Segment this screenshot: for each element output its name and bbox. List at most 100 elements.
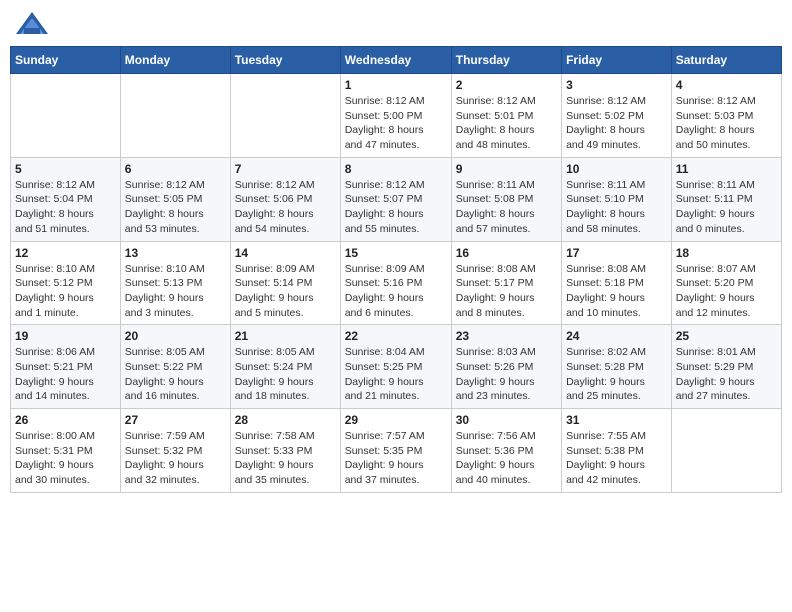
calendar-table: SundayMondayTuesdayWednesdayThursdayFrid… bbox=[10, 46, 782, 493]
day-number: 15 bbox=[345, 246, 447, 260]
day-number: 4 bbox=[676, 78, 777, 92]
weekday-header-saturday: Saturday bbox=[671, 47, 781, 74]
day-number: 12 bbox=[15, 246, 116, 260]
day-info: Sunrise: 8:03 AMSunset: 5:26 PMDaylight:… bbox=[456, 345, 557, 404]
day-info: Sunrise: 8:12 AMSunset: 5:01 PMDaylight:… bbox=[456, 94, 557, 153]
day-info: Sunrise: 8:06 AMSunset: 5:21 PMDaylight:… bbox=[15, 345, 116, 404]
day-info: Sunrise: 8:00 AMSunset: 5:31 PMDaylight:… bbox=[15, 429, 116, 488]
day-info: Sunrise: 7:56 AMSunset: 5:36 PMDaylight:… bbox=[456, 429, 557, 488]
day-number: 30 bbox=[456, 413, 557, 427]
calendar-cell: 14 Sunrise: 8:09 AMSunset: 5:14 PMDayligh… bbox=[230, 241, 340, 325]
day-number: 2 bbox=[456, 78, 557, 92]
calendar-cell: 8 Sunrise: 8:12 AMSunset: 5:07 PMDaylight… bbox=[340, 157, 451, 241]
weekday-header-friday: Friday bbox=[562, 47, 672, 74]
calendar-cell: 19 Sunrise: 8:06 AMSunset: 5:21 PMDayligh… bbox=[11, 325, 121, 409]
day-info: Sunrise: 7:59 AMSunset: 5:32 PMDaylight:… bbox=[125, 429, 226, 488]
day-number: 28 bbox=[235, 413, 336, 427]
calendar-cell: 31 Sunrise: 7:55 AMSunset: 5:38 PMDayligh… bbox=[562, 409, 672, 493]
calendar-cell bbox=[671, 409, 781, 493]
day-info: Sunrise: 8:11 AMSunset: 5:08 PMDaylight:… bbox=[456, 178, 557, 237]
calendar-week-row: 5 Sunrise: 8:12 AMSunset: 5:04 PMDaylight… bbox=[11, 157, 782, 241]
calendar-cell: 26Sunrise: 8:00 AMSunset: 5:31 PMDayligh… bbox=[11, 409, 121, 493]
calendar-cell: 20Sunrise: 8:05 AMSunset: 5:22 PMDayligh… bbox=[120, 325, 230, 409]
day-info: Sunrise: 8:12 AMSunset: 5:04 PMDaylight:… bbox=[15, 178, 116, 237]
day-number: 23 bbox=[456, 329, 557, 343]
day-info: Sunrise: 8:12 AMSunset: 5:07 PMDaylight:… bbox=[345, 178, 447, 237]
calendar-cell: 3 Sunrise: 8:12 AMSunset: 5:02 PMDaylight… bbox=[562, 74, 672, 158]
day-number: 8 bbox=[345, 162, 447, 176]
day-number: 17 bbox=[566, 246, 667, 260]
logo bbox=[14, 10, 52, 38]
day-number: 27 bbox=[125, 413, 226, 427]
day-info: Sunrise: 8:12 AMSunset: 5:02 PMDaylight:… bbox=[566, 94, 667, 153]
day-info: Sunrise: 8:12 AMSunset: 5:06 PMDaylight:… bbox=[235, 178, 336, 237]
day-info: Sunrise: 7:55 AMSunset: 5:38 PMDaylight:… bbox=[566, 429, 667, 488]
day-number: 22 bbox=[345, 329, 447, 343]
day-info: Sunrise: 8:08 AMSunset: 5:18 PMDaylight:… bbox=[566, 262, 667, 321]
day-number: 1 bbox=[345, 78, 447, 92]
day-info: Sunrise: 7:58 AMSunset: 5:33 PMDaylight:… bbox=[235, 429, 336, 488]
day-number: 14 bbox=[235, 246, 336, 260]
weekday-header-wednesday: Wednesday bbox=[340, 47, 451, 74]
calendar-week-row: 12 Sunrise: 8:10 AMSunset: 5:12 PMDayligh… bbox=[11, 241, 782, 325]
weekday-header-tuesday: Tuesday bbox=[230, 47, 340, 74]
day-info: Sunrise: 8:12 AMSunset: 5:00 PMDaylight:… bbox=[345, 94, 447, 153]
day-info: Sunrise: 8:01 AMSunset: 5:29 PMDaylight:… bbox=[676, 345, 777, 404]
calendar-cell: 12 Sunrise: 8:10 AMSunset: 5:12 PMDayligh… bbox=[11, 241, 121, 325]
calendar-cell: 5 Sunrise: 8:12 AMSunset: 5:04 PMDaylight… bbox=[11, 157, 121, 241]
day-info: Sunrise: 8:09 AMSunset: 5:16 PMDaylight:… bbox=[345, 262, 447, 321]
calendar-cell: 17 Sunrise: 8:08 AMSunset: 5:18 PMDayligh… bbox=[562, 241, 672, 325]
calendar-cell: 11Sunrise: 8:11 AMSunset: 5:11 PMDayligh… bbox=[671, 157, 781, 241]
day-number: 25 bbox=[676, 329, 777, 343]
calendar-cell: 27 Sunrise: 7:59 AMSunset: 5:32 PMDayligh… bbox=[120, 409, 230, 493]
day-info: Sunrise: 8:05 AMSunset: 5:24 PMDaylight:… bbox=[235, 345, 336, 404]
calendar-cell: 4 Sunrise: 8:12 AMSunset: 5:03 PMDaylight… bbox=[671, 74, 781, 158]
day-number: 9 bbox=[456, 162, 557, 176]
day-info: Sunrise: 8:04 AMSunset: 5:25 PMDaylight:… bbox=[345, 345, 447, 404]
day-info: Sunrise: 8:12 AMSunset: 5:03 PMDaylight:… bbox=[676, 94, 777, 153]
day-info: Sunrise: 8:09 AMSunset: 5:14 PMDaylight:… bbox=[235, 262, 336, 321]
calendar-week-row: 19 Sunrise: 8:06 AMSunset: 5:21 PMDayligh… bbox=[11, 325, 782, 409]
calendar-week-row: 1 Sunrise: 8:12 AMSunset: 5:00 PMDaylight… bbox=[11, 74, 782, 158]
calendar-cell: 24Sunrise: 8:02 AMSunset: 5:28 PMDayligh… bbox=[562, 325, 672, 409]
day-number: 20 bbox=[125, 329, 226, 343]
day-number: 18 bbox=[676, 246, 777, 260]
day-info: Sunrise: 7:57 AMSunset: 5:35 PMDaylight:… bbox=[345, 429, 447, 488]
day-number: 29 bbox=[345, 413, 447, 427]
weekday-header-monday: Monday bbox=[120, 47, 230, 74]
calendar-cell: 21 Sunrise: 8:05 AMSunset: 5:24 PMDayligh… bbox=[230, 325, 340, 409]
calendar-cell bbox=[11, 74, 121, 158]
calendar-cell: 22 Sunrise: 8:04 AMSunset: 5:25 PMDayligh… bbox=[340, 325, 451, 409]
calendar-cell: 29 Sunrise: 7:57 AMSunset: 5:35 PMDayligh… bbox=[340, 409, 451, 493]
day-info: Sunrise: 8:10 AMSunset: 5:13 PMDaylight:… bbox=[125, 262, 226, 321]
day-number: 7 bbox=[235, 162, 336, 176]
day-number: 5 bbox=[15, 162, 116, 176]
calendar-cell: 15 Sunrise: 8:09 AMSunset: 5:16 PMDayligh… bbox=[340, 241, 451, 325]
calendar-cell: 1 Sunrise: 8:12 AMSunset: 5:00 PMDaylight… bbox=[340, 74, 451, 158]
logo-icon bbox=[14, 10, 50, 38]
day-number: 10 bbox=[566, 162, 667, 176]
day-info: Sunrise: 8:10 AMSunset: 5:12 PMDaylight:… bbox=[15, 262, 116, 321]
calendar-cell: 9 Sunrise: 8:11 AMSunset: 5:08 PMDaylight… bbox=[451, 157, 561, 241]
calendar-cell: 7 Sunrise: 8:12 AMSunset: 5:06 PMDaylight… bbox=[230, 157, 340, 241]
calendar-cell: 30 Sunrise: 7:56 AMSunset: 5:36 PMDayligh… bbox=[451, 409, 561, 493]
calendar-cell: 13Sunrise: 8:10 AMSunset: 5:13 PMDayligh… bbox=[120, 241, 230, 325]
calendar-cell: 28 Sunrise: 7:58 AMSunset: 5:33 PMDayligh… bbox=[230, 409, 340, 493]
calendar-cell: 25 Sunrise: 8:01 AMSunset: 5:29 PMDayligh… bbox=[671, 325, 781, 409]
calendar-cell: 23 Sunrise: 8:03 AMSunset: 5:26 PMDayligh… bbox=[451, 325, 561, 409]
day-info: Sunrise: 8:02 AMSunset: 5:28 PMDaylight:… bbox=[566, 345, 667, 404]
day-number: 6 bbox=[125, 162, 226, 176]
weekday-header-thursday: Thursday bbox=[451, 47, 561, 74]
calendar-cell: 16Sunrise: 8:08 AMSunset: 5:17 PMDayligh… bbox=[451, 241, 561, 325]
calendar-week-row: 26Sunrise: 8:00 AMSunset: 5:31 PMDayligh… bbox=[11, 409, 782, 493]
day-number: 16 bbox=[456, 246, 557, 260]
day-number: 21 bbox=[235, 329, 336, 343]
day-number: 3 bbox=[566, 78, 667, 92]
calendar-cell: 2 Sunrise: 8:12 AMSunset: 5:01 PMDaylight… bbox=[451, 74, 561, 158]
calendar-cell bbox=[230, 74, 340, 158]
day-number: 19 bbox=[15, 329, 116, 343]
page-header bbox=[10, 10, 782, 38]
day-number: 31 bbox=[566, 413, 667, 427]
calendar-cell: 6 Sunrise: 8:12 AMSunset: 5:05 PMDaylight… bbox=[120, 157, 230, 241]
day-info: Sunrise: 8:12 AMSunset: 5:05 PMDaylight:… bbox=[125, 178, 226, 237]
